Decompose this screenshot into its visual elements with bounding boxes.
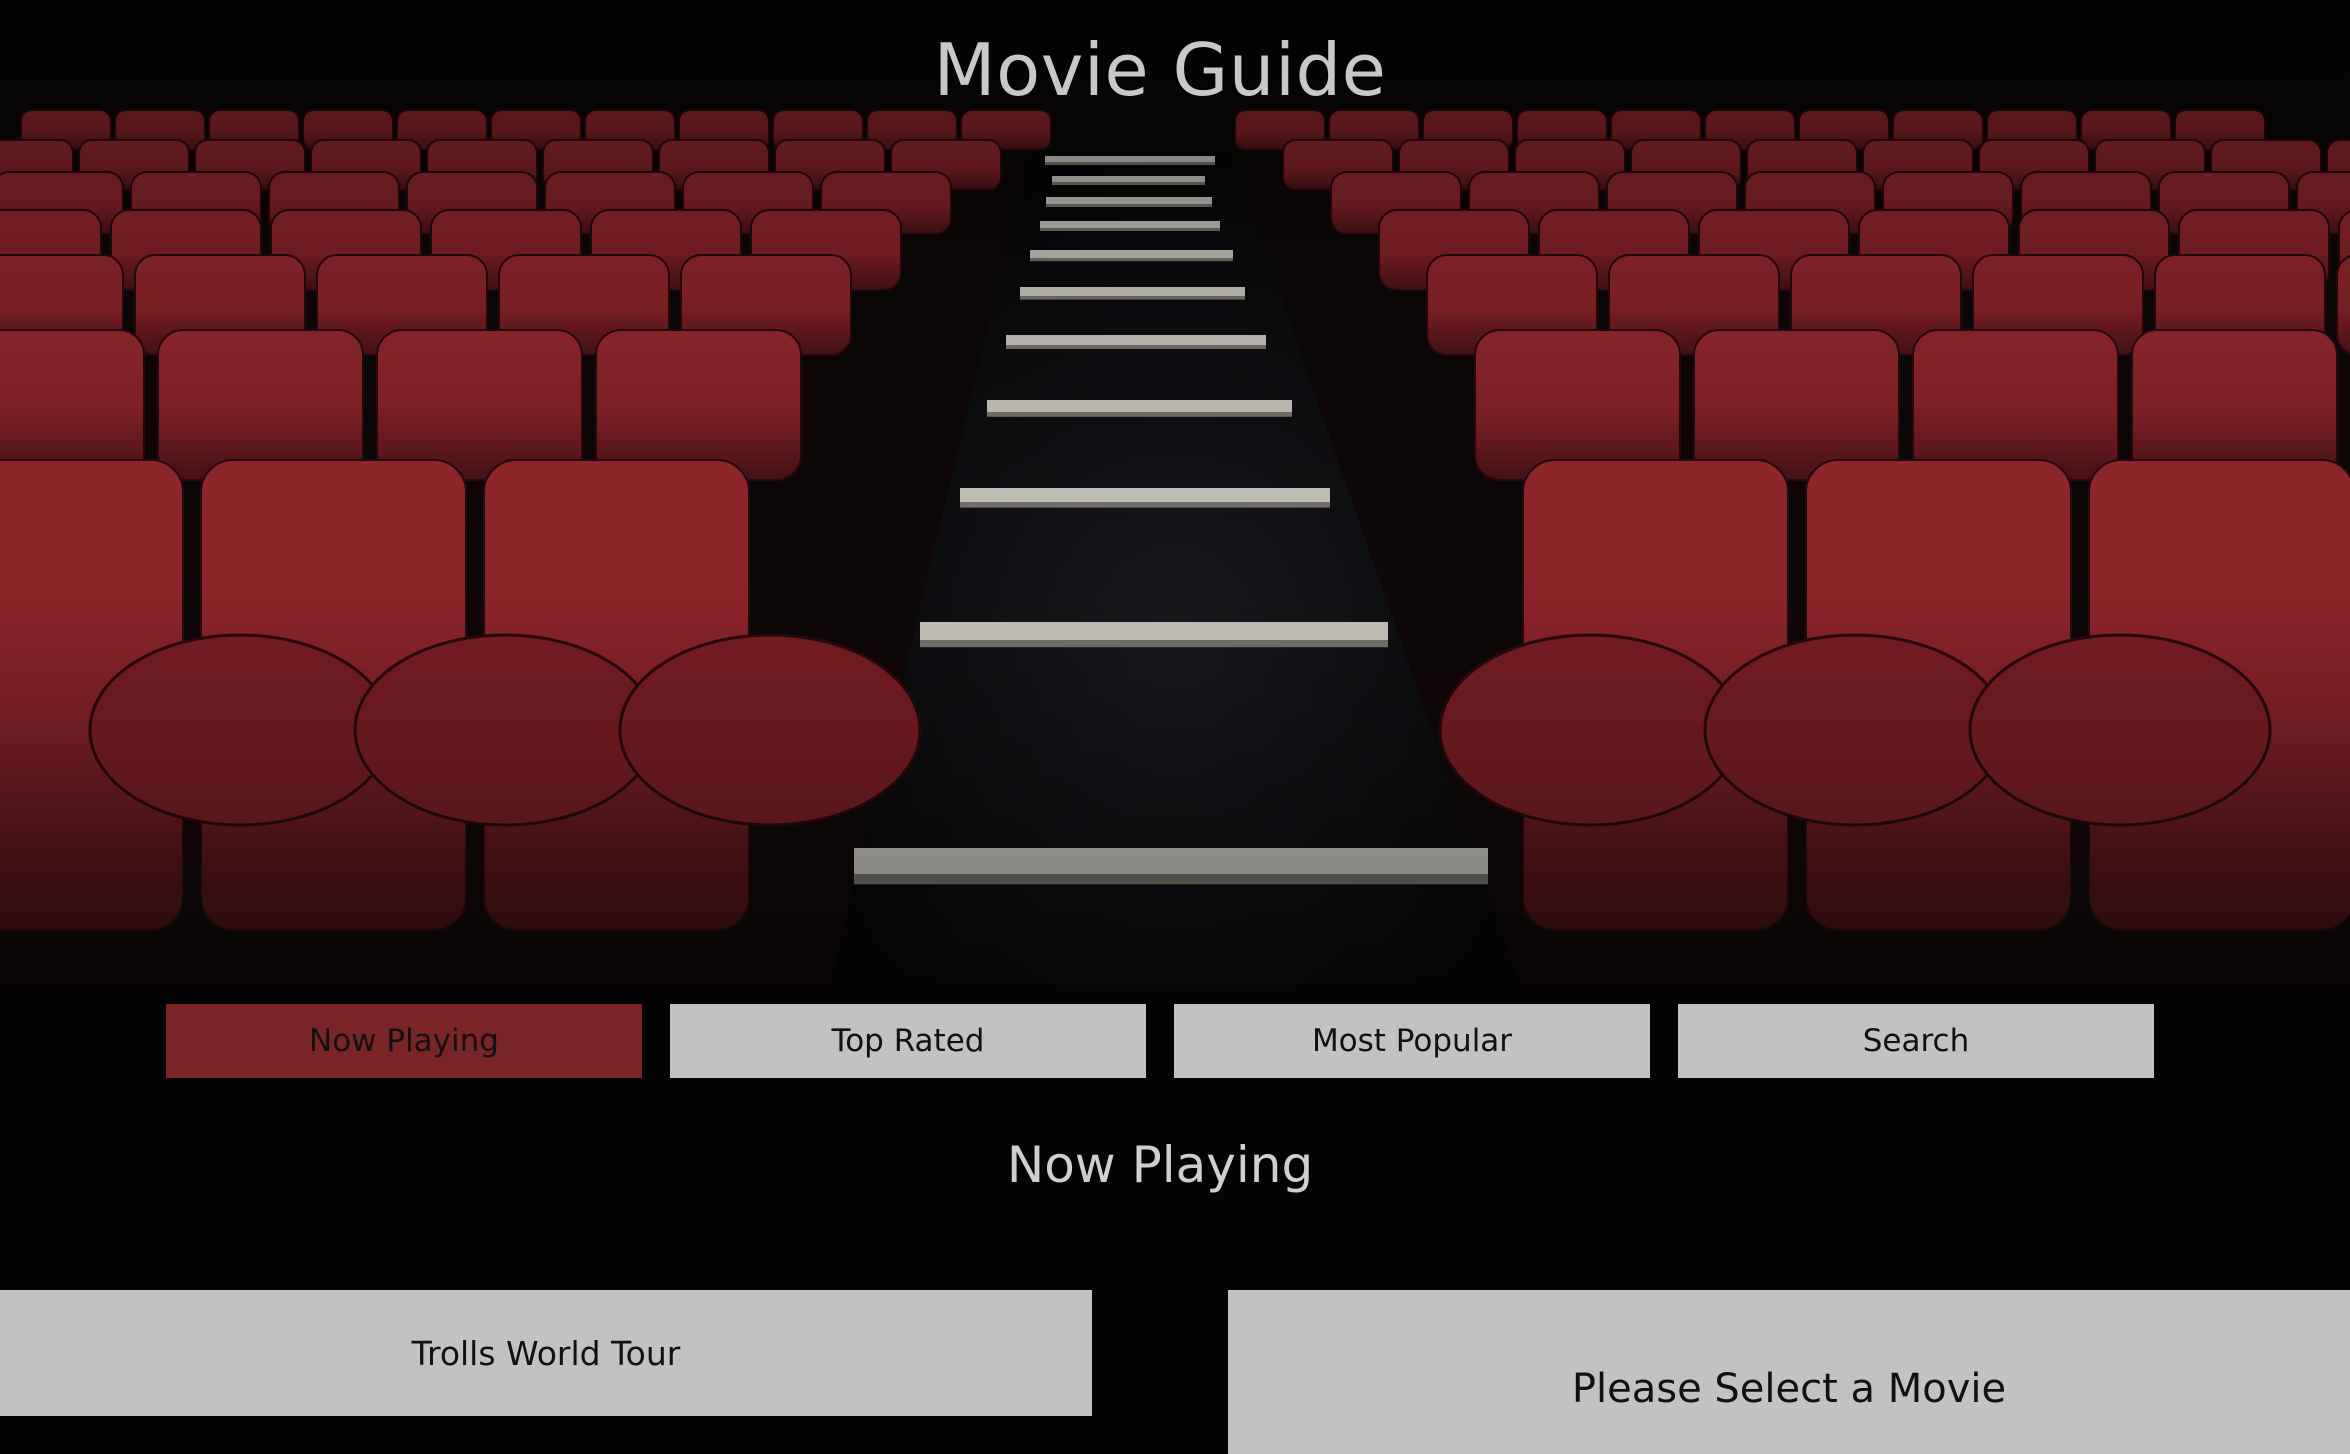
aisle-step-light: [1046, 197, 1212, 204]
aisle-step-light: [987, 400, 1292, 412]
seat-right: [1912, 329, 2119, 481]
aisle-step-light: [854, 848, 1488, 874]
seat-left: [157, 329, 364, 481]
detail-placeholder: Please Select a Movie: [1571, 1366, 2007, 1412]
seat-right: [1693, 329, 1900, 481]
aisle-step-light: [960, 488, 1330, 502]
seat-cushion: [1968, 633, 2272, 827]
aisle-step-edge: [960, 502, 1330, 508]
aisle-step-light: [1030, 250, 1233, 258]
seat-cushion: [88, 633, 392, 827]
seat-cushion: [1438, 633, 1742, 827]
seat-right: [2336, 255, 2350, 355]
aisle-step-edge: [987, 412, 1292, 417]
aisle-step-edge: [1006, 345, 1266, 349]
aisle-step-edge: [1045, 162, 1215, 165]
page-title: Movie Guide: [933, 28, 1387, 112]
seat-cushion: [1703, 633, 2007, 827]
aisle-step-light: [1052, 176, 1205, 182]
aisle-step-edge: [920, 640, 1388, 648]
seat-cushion: [353, 633, 657, 827]
hero-banner: Movie Guide: [0, 0, 2350, 985]
movie-list-item[interactable]: Trolls World Tour: [0, 1290, 1092, 1416]
aisle-step-light: [1006, 335, 1266, 345]
nav-top-rated-button[interactable]: Top Rated: [670, 1004, 1146, 1078]
aisle-step-edge: [1052, 182, 1205, 185]
aisle-step-edge: [1040, 228, 1220, 231]
aisle-step-light: [1020, 287, 1245, 296]
movie-detail-panel: Please Select a Movie: [1228, 1290, 2350, 1454]
aisle-step-light: [1045, 156, 1215, 162]
seat-right: [2131, 329, 2338, 481]
app-root: Movie Guide Now Playing Top Rated Most P…: [0, 0, 2350, 1454]
aisle-step-edge: [1030, 258, 1233, 262]
seat-left: [595, 329, 802, 481]
aisle-step-light: [920, 622, 1388, 640]
seat-cushion: [618, 633, 922, 827]
nav-now-playing-button[interactable]: Now Playing: [166, 1004, 642, 1078]
aisle-step-edge: [854, 874, 1488, 885]
theater-seats-image: [0, 0, 2350, 985]
movie-title: Trolls World Tour: [411, 1333, 681, 1373]
seat-left: [376, 329, 583, 481]
nav-most-popular-button[interactable]: Most Popular: [1174, 1004, 1650, 1078]
aisle-step-light: [1040, 221, 1220, 228]
main-nav: Now Playing Top Rated Most Popular Searc…: [0, 1004, 2350, 1078]
seat-left: [0, 329, 145, 481]
aisle-step-edge: [1046, 204, 1212, 207]
aisle-step-edge: [1020, 296, 1245, 300]
nav-search-button[interactable]: Search: [1678, 1004, 2154, 1078]
section-title: Now Playing: [1006, 1136, 1314, 1194]
seat-right: [1474, 329, 1681, 481]
